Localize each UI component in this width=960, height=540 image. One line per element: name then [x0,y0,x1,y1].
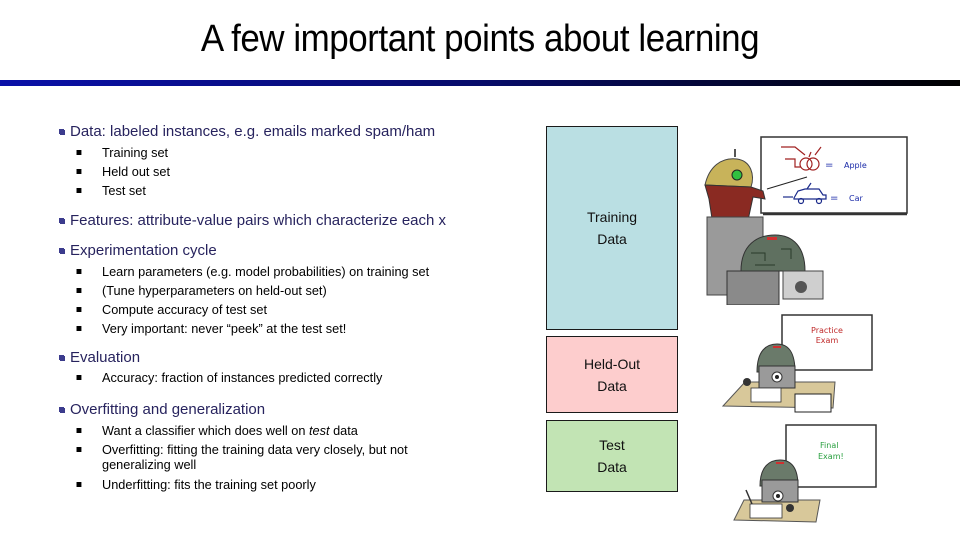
training-data-box: Training Data [546,126,678,330]
sub-bullet-text: (Tune hyperparameters on held-out set) [102,283,327,298]
sub-bullet: Training set [76,145,169,160]
apple-label: Apple [844,161,867,170]
bullet-text: Features: attribute-value pairs which ch… [70,212,447,229]
sub-bullet: Compute accuracy of test set [76,302,267,317]
sub-bullet-text: Overfitting: fitting the training data v… [102,442,408,472]
sub-bullet: Accuracy: fraction of instances predicte… [76,370,383,385]
sub-bullet-text: Test set [102,183,146,198]
sub-bullet-text: Held out set [102,164,170,179]
sub-bullet-text-post: data [329,423,358,438]
sub-bullet-marker [76,269,82,274]
heldout-data-label-line2: Data [597,377,627,394]
test-data-label-line2: Data [597,459,627,475]
sub-bullet-marker [76,447,82,452]
sub-bullet-marker [76,169,82,174]
sub-bullet-marker [76,188,82,193]
practice-board-line2: Exam [816,336,839,345]
bullet-text: Experimentation cycle [70,242,217,259]
sub-bullet-text: Training set [102,145,169,160]
final-robot-icon [759,459,799,503]
practice-robot-icon [756,343,796,389]
teacher-robot-icon [704,149,766,226]
bullet-text: Evaluation [70,349,141,366]
bullet-marker [59,248,64,253]
bullet-marker [59,129,64,134]
sub-bullet-text: Learn parameters (e.g. model probabiliti… [102,264,430,279]
practice-exam-illustration: Practice Exam [721,314,873,413]
sub-bullet-text-pre: Want a classifier which does well on [102,423,309,438]
bullet-list: Data: labeled instances, e.g. emails mar… [0,0,520,540]
final-exam-illustration: Final Exam! [733,424,877,523]
sub-bullet: Held out set [76,164,170,179]
sub-bullet: Overfitting: fitting the training data v… [76,442,474,472]
bullet-marker [59,218,64,223]
test-data-box: Test Data [546,420,678,492]
test-data-label-line1: Test [599,437,625,453]
practice-notebook [794,393,832,413]
sub-bullet-marker [76,326,82,331]
sub-bullet-text: Very important: never “peek” at the test… [102,321,347,336]
robot-teacher-illustration: = Apple = Car [704,136,908,305]
bullet-evaluation: Evaluation [59,349,141,366]
sub-bullet: Learn parameters (e.g. model probabiliti… [76,264,430,279]
sub-bullet: Test set [76,183,146,198]
sub-bullet-text: Accuracy: fraction of instances predicte… [102,370,383,385]
sub-bullet-marker [76,428,82,433]
bullet-features: Features: attribute-value pairs which ch… [59,212,447,229]
bullet-experimentation: Experimentation cycle [59,242,217,259]
practice-board-line1: Practice [811,326,843,335]
sub-bullet-marker [76,307,82,312]
bullet-marker [59,355,64,360]
bullet-text: Overfitting and generalization [70,401,266,418]
equals-sign-apple: = [825,160,833,171]
final-board-line1: Final [820,441,838,450]
bullet-text: Data: labeled instances, e.g. emails mar… [70,123,436,140]
sub-bullet: (Tune hyperparameters on held-out set) [76,283,327,298]
sub-bullet-marker [76,482,82,487]
sub-bullet-marker [76,150,82,155]
training-data-label-line1: Training [586,209,638,225]
final-board-line2: Exam! [818,452,844,461]
sub-bullet: Want a classifier which does well on tes… [76,423,358,438]
bullet-data: Data: labeled instances, e.g. emails mar… [59,123,436,140]
training-data-label-line2: Data [597,231,627,247]
sub-bullet-marker [76,375,82,380]
sub-bullet-text: Compute accuracy of test set [102,302,267,317]
heldout-data-label-line1: Held-Out [583,355,641,372]
bullet-overfitting: Overfitting and generalization [59,401,266,418]
sub-bullet-text-emphasis: test [308,423,330,438]
sub-bullet-text: Underfitting: fits the training set poor… [102,477,316,492]
sub-bullet: Very important: never “peek” at the test… [76,321,347,336]
car-label: Car [849,194,863,203]
sub-bullet: Underfitting: fits the training set poor… [76,477,316,492]
bullet-marker [59,407,64,412]
practice-paper [750,387,782,403]
sub-bullet-marker [76,288,82,293]
heldout-data-box: Held-Out Data [546,336,678,413]
equals-sign-car: = [830,193,838,204]
final-paper [749,503,783,519]
